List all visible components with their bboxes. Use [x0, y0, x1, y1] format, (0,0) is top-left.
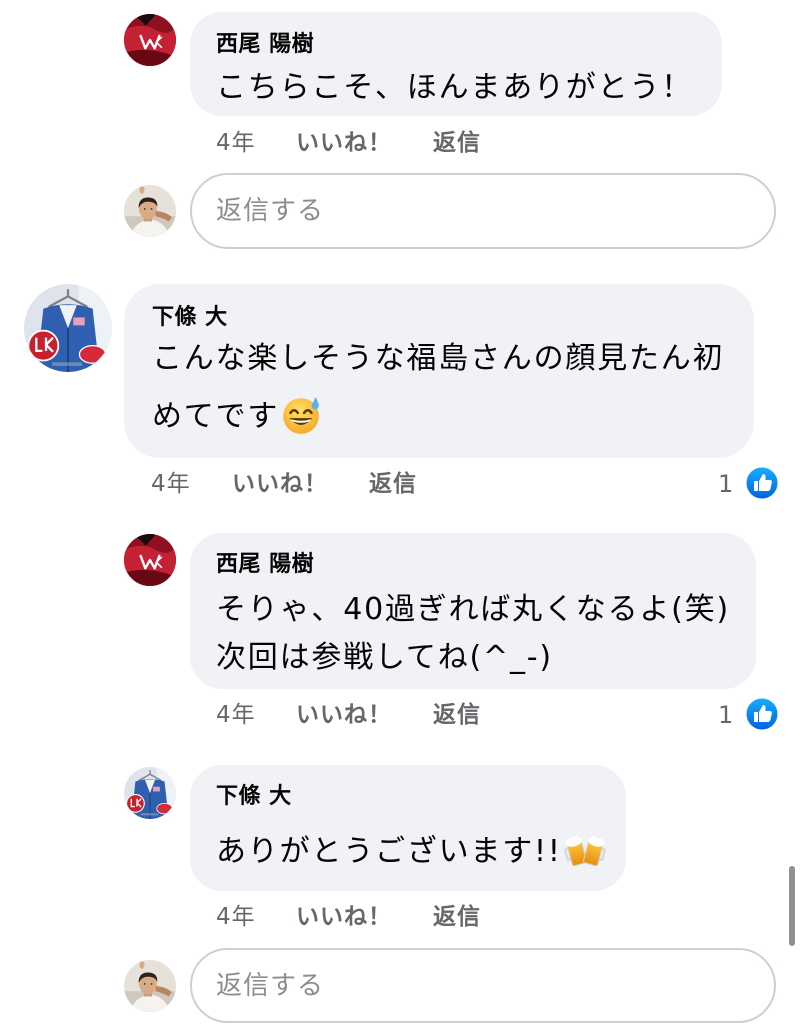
comment-text-line-2: めてです: [152, 399, 280, 434]
reply-actions: 4年 いいね！ 返信: [0, 902, 804, 932]
avatar-image: [124, 185, 176, 237]
reply-button[interactable]: 返信: [433, 128, 481, 158]
reaction-summary[interactable]: 1: [718, 696, 782, 734]
avatar-current-user[interactable]: [124, 185, 176, 237]
reply-text-row: ありがとうございます!!: [216, 830, 606, 874]
reply-bubble: 下條 大 ありがとうございます!!: [190, 765, 626, 891]
reply-actions: 4年 いいね！ 返信: [0, 128, 804, 158]
comment-bubble: 下條 大 こんな楽しそうな福島さんの顔見たん初 めてです: [124, 284, 754, 458]
like-button[interactable]: いいね！: [296, 700, 392, 730]
reply-text-line-2: 次回は参戦してね(^_-): [216, 640, 553, 675]
reaction-summary[interactable]: 1: [718, 465, 782, 503]
comment-author-name[interactable]: 下條 大: [152, 303, 228, 333]
like-icon: [744, 696, 780, 732]
reply-input[interactable]: [190, 948, 776, 1023]
avatar-shimojo[interactable]: [24, 284, 112, 372]
comment-actions: 4年 いいね！ 返信 1: [0, 469, 804, 499]
reply-bubble: 西尾 陽樹 こちらこそ、ほんまありがとう！: [190, 12, 722, 116]
reply-input[interactable]: [190, 173, 776, 249]
comment-text-line-1: こんな楽しそうな福島さんの顔見たん初: [152, 341, 725, 376]
avatar-image: [124, 14, 176, 66]
reply-text: ありがとうございます!!: [216, 834, 562, 869]
reply-timestamp[interactable]: 4年: [216, 902, 256, 932]
reply-author-name[interactable]: 下條 大: [216, 782, 292, 812]
like-button[interactable]: いいね！: [232, 469, 328, 499]
reply-author-name[interactable]: 西尾 陽樹: [216, 30, 314, 60]
reply-button[interactable]: 返信: [433, 902, 481, 932]
beer-mugs-emoji-icon: [564, 829, 606, 871]
reaction-count: 1: [718, 470, 734, 498]
reply-timestamp[interactable]: 4年: [216, 700, 256, 730]
reply-timestamp[interactable]: 4年: [216, 128, 256, 158]
reply-text: こちらこそ、ほんまありがとう！: [216, 70, 693, 105]
avatar-nishio[interactable]: [124, 534, 176, 586]
avatar-shimojo[interactable]: [124, 767, 176, 819]
avatar-image: [124, 534, 176, 586]
scrollbar-thumb[interactable]: [789, 866, 795, 946]
like-button[interactable]: いいね！: [296, 902, 392, 932]
reaction-count: 1: [718, 701, 734, 729]
comment-timestamp[interactable]: 4年: [151, 469, 191, 499]
reply-bubble: 西尾 陽樹 そりゃ、40過ぎれば丸くなるよ(笑) 次回は参戦してね(^_-): [190, 533, 756, 689]
reply-button[interactable]: 返信: [433, 700, 481, 730]
avatar-nishio[interactable]: [124, 14, 176, 66]
like-icon: [744, 465, 780, 501]
comment-text-line-2-row: めてです: [152, 395, 323, 439]
reply-button[interactable]: 返信: [369, 469, 417, 499]
avatar-image: [24, 284, 112, 372]
reply-actions: 4年 いいね！ 返信 1: [0, 700, 804, 730]
reply-text-line-1: そりゃ、40過ぎれば丸くなるよ(笑): [216, 592, 730, 627]
comment-thread: 西尾 陽樹 こちらこそ、ほんまありがとう！ 4年 いいね！ 返信 下條 大 こん…: [0, 0, 804, 1024]
reply-author-name[interactable]: 西尾 陽樹: [216, 550, 314, 580]
avatar-image: [124, 960, 176, 1012]
sweat-smile-emoji-icon: [281, 394, 323, 436]
avatar-image: [124, 767, 176, 819]
avatar-current-user[interactable]: [124, 960, 176, 1012]
like-button[interactable]: いいね！: [296, 128, 392, 158]
